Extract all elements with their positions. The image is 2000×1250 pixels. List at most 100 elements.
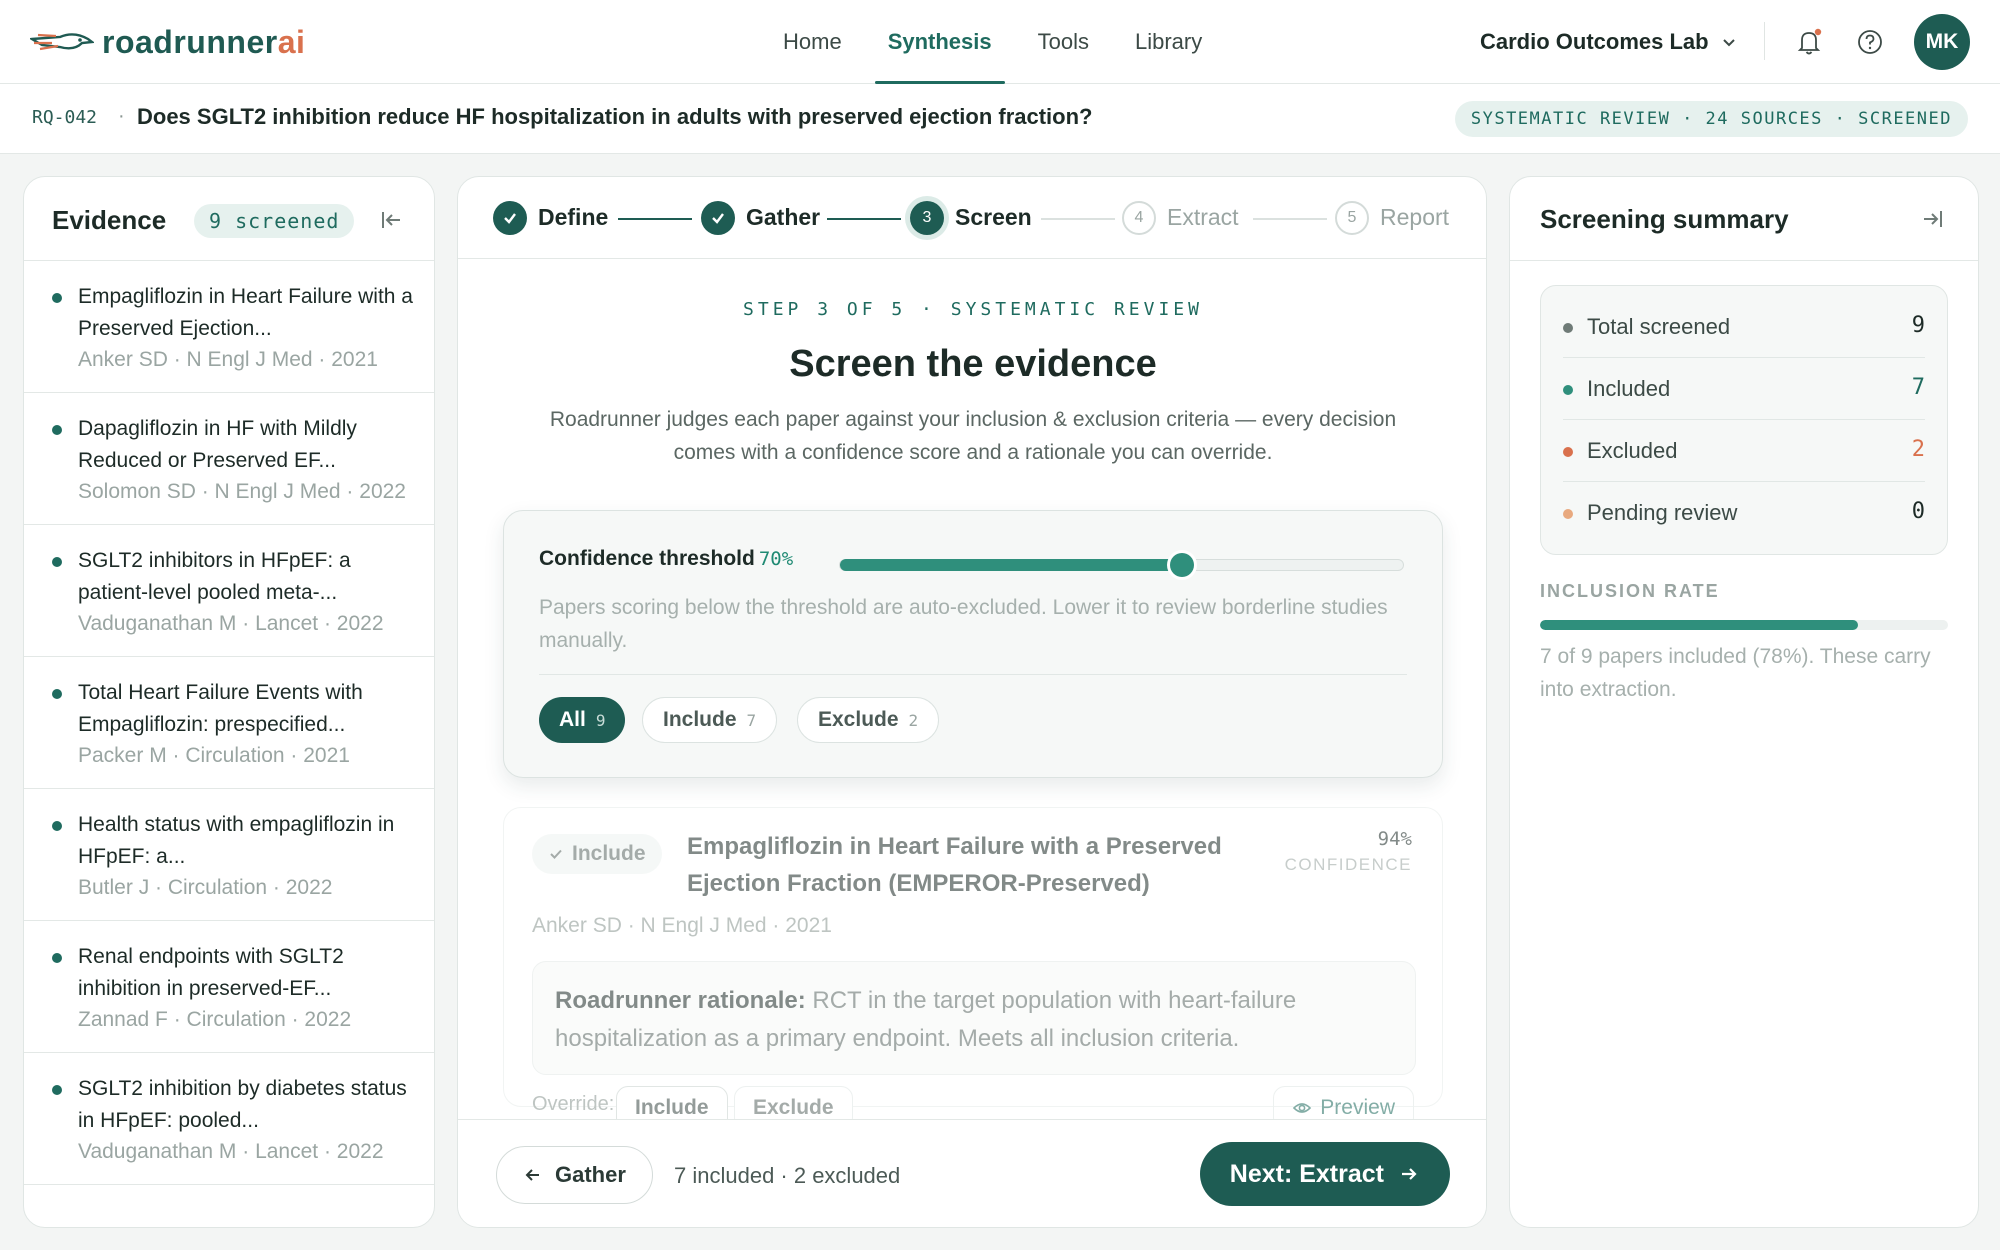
included-dot [52, 689, 62, 699]
confidence-threshold-card: Confidence threshold 70% Papers scoring b… [503, 510, 1443, 778]
roadrunner-bird-icon [30, 33, 94, 51]
step-connector [827, 218, 901, 220]
nav-library[interactable]: Library [1112, 0, 1225, 84]
workspace-switcher[interactable]: Cardio Outcomes Lab [1480, 22, 1737, 62]
evidence-item-meta: Anker SD · N Engl J Med · 2021 [78, 348, 378, 371]
notifications-button[interactable] [1789, 22, 1829, 62]
evidence-item[interactable]: Health status with empagliflozin in HFpE… [24, 789, 434, 921]
threshold-slider-fill [840, 559, 1183, 571]
status-dot [1563, 323, 1573, 333]
evidence-item[interactable]: Dapagliflozin in HF with Mildly Reduced … [24, 393, 434, 525]
threshold-slider-handle[interactable] [1170, 553, 1194, 577]
evidence-item-title: Dapagliflozin in HF with Mildly Reduced … [78, 417, 357, 472]
screening-summary-panel: Screening summary Total screened 9 Include… [1509, 176, 1979, 1228]
evidence-item-title: Total Heart Failure Events with Empaglif… [78, 681, 363, 736]
step-report-label[interactable]: Report [1380, 204, 1449, 231]
summary-stats: Total screened 9 Included 7 Excluded 2 Pending… [1540, 285, 1948, 555]
back-to-gather-button[interactable]: Gather [496, 1146, 653, 1204]
stat-label: Excluded [1587, 438, 1678, 463]
top-navigation-bar: roadrunnerai Home Synthesis Tools Librar… [0, 0, 2000, 84]
screened-count-badge: 9 screened [194, 204, 355, 238]
step-eyebrow: STEP 3 OF 5 · SYSTEMATIC REVIEW [743, 299, 1203, 320]
check-icon [712, 213, 724, 224]
summary-stat-row: Included 7 [1563, 358, 1925, 420]
step-define-check[interactable] [493, 201, 527, 235]
summary-stat-row: Excluded 2 [1563, 420, 1925, 482]
filter-chip-include[interactable]: Include 7 [642, 697, 778, 743]
status-dot [1563, 385, 1573, 395]
step-gather-label[interactable]: Gather [746, 204, 820, 231]
step-gather-check[interactable] [701, 201, 735, 235]
brand-name: roadrunnerai [102, 23, 306, 60]
arrow-left-icon [525, 1169, 539, 1181]
stat-label: Pending review [1587, 500, 1738, 525]
step-extract-label[interactable]: Extract [1167, 204, 1239, 231]
roadrunner-logo[interactable]: roadrunnerai [30, 20, 305, 64]
stat-value: 0 [1911, 499, 1925, 524]
evidence-item-meta: Packer M · Circulation · 2021 [78, 744, 350, 767]
nav-synthesis[interactable]: Synthesis [865, 0, 1015, 84]
step-connector [1253, 218, 1327, 220]
stat-label: Included [1587, 376, 1671, 401]
question-text: Does SGLT2 inhibition reduce HF hospital… [137, 104, 1093, 129]
summary-stat-row: Pending review 0 [1563, 482, 1925, 544]
evidence-item-title: Health status with empagliflozin in HFpE… [78, 813, 395, 868]
summary-header: Screening summary [1510, 177, 1978, 261]
paper-title[interactable]: Empagliflozin in Heart Failure with a Pr… [687, 828, 1247, 902]
step-extract-number[interactable]: 4 [1122, 201, 1156, 235]
evidence-item-meta: Butler J · Circulation · 2022 [78, 876, 333, 899]
confidence-score: 94% [1377, 828, 1412, 850]
review-status-badge: SYSTEMATIC REVIEW · 24 SOURCES · SCREENE… [1454, 101, 1968, 137]
step-connector [1041, 218, 1115, 220]
evidence-item[interactable]: Empagliflozin in Heart Failure with a Pr… [24, 261, 434, 393]
eye-icon [1293, 1103, 1312, 1113]
included-dot [52, 293, 62, 303]
evidence-item-meta: Zannad F · Circulation · 2022 [78, 1008, 352, 1031]
threshold-slider[interactable] [839, 559, 1404, 571]
nav-tools[interactable]: Tools [1015, 0, 1112, 84]
collapse-left-icon[interactable] [376, 205, 406, 235]
bell-icon [1797, 28, 1822, 55]
evidence-item[interactable]: Total Heart Failure Events with Empaglif… [24, 657, 434, 789]
included-dot [52, 821, 62, 831]
inclusion-rate-fill [1540, 620, 1859, 630]
page-subtitle: Roadrunner judges each paper against you… [549, 408, 1397, 464]
workspace-name: Cardio Outcomes Lab [1480, 29, 1709, 54]
user-avatar[interactable]: MK [1914, 14, 1970, 70]
decision-pill: Include [532, 834, 662, 874]
evidence-item-title: SGLT2 inhibitors in HFpEF: a patient-lev… [78, 549, 351, 604]
help-icon [1858, 30, 1882, 54]
filter-chip-all[interactable]: All 9 [539, 697, 626, 743]
evidence-item-title: Empagliflozin in Heart Failure with a Pr… [78, 285, 413, 340]
stat-value: 7 [1911, 375, 1925, 400]
nav-home[interactable]: Home [760, 0, 865, 84]
main-nav: Home Synthesis Tools Library [760, 0, 1225, 84]
included-dot [52, 953, 62, 963]
step-screen-label[interactable]: Screen [955, 204, 1032, 231]
evidence-item-title: SGLT2 inhibition by diabetes status in H… [78, 1077, 407, 1132]
evidence-panel: Evidence 9 screened Empagliflozin in Hea… [23, 176, 435, 1228]
divider [539, 674, 1407, 675]
evidence-panel-header: Evidence 9 screened [24, 177, 434, 261]
evidence-item[interactable]: SGLT2 inhibitors in HFpEF: a patient-lev… [24, 525, 434, 657]
filter-chip-exclude[interactable]: Exclude 2 [797, 697, 940, 743]
step-report-number[interactable]: 5 [1335, 201, 1369, 235]
step-screen-number[interactable]: 3 [910, 201, 944, 235]
inclusion-rate-heading: INCLUSION RATE [1540, 581, 1720, 601]
included-dot [52, 425, 62, 435]
rationale-box: Roadrunner rationale: RCT in the target … [532, 961, 1416, 1075]
screening-status-text: 7 included · 2 excluded [674, 1163, 901, 1188]
confidence-label: CONFIDENCE [1284, 855, 1412, 874]
workspace-footer: Gather 7 included · 2 excluded Next: Ext… [458, 1119, 1486, 1227]
next-extract-button[interactable]: Next: Extract [1199, 1142, 1450, 1206]
evidence-item[interactable]: Renal endpoints with SGLT2 inhibition in… [24, 921, 434, 1053]
stat-label: Total screened [1587, 314, 1731, 339]
step-connector [618, 218, 692, 220]
collapse-right-icon[interactable] [1918, 204, 1948, 234]
help-button[interactable] [1850, 22, 1890, 62]
evidence-item-meta: Solomon SD · N Engl J Med · 2022 [78, 480, 406, 503]
evidence-item[interactable]: SGLT2 inhibition by diabetes status in H… [24, 1053, 434, 1185]
paper-card: Include Empagliflozin in Heart Failure w… [503, 807, 1443, 1130]
included-dot [52, 557, 62, 567]
step-define-label[interactable]: Define [538, 204, 608, 231]
